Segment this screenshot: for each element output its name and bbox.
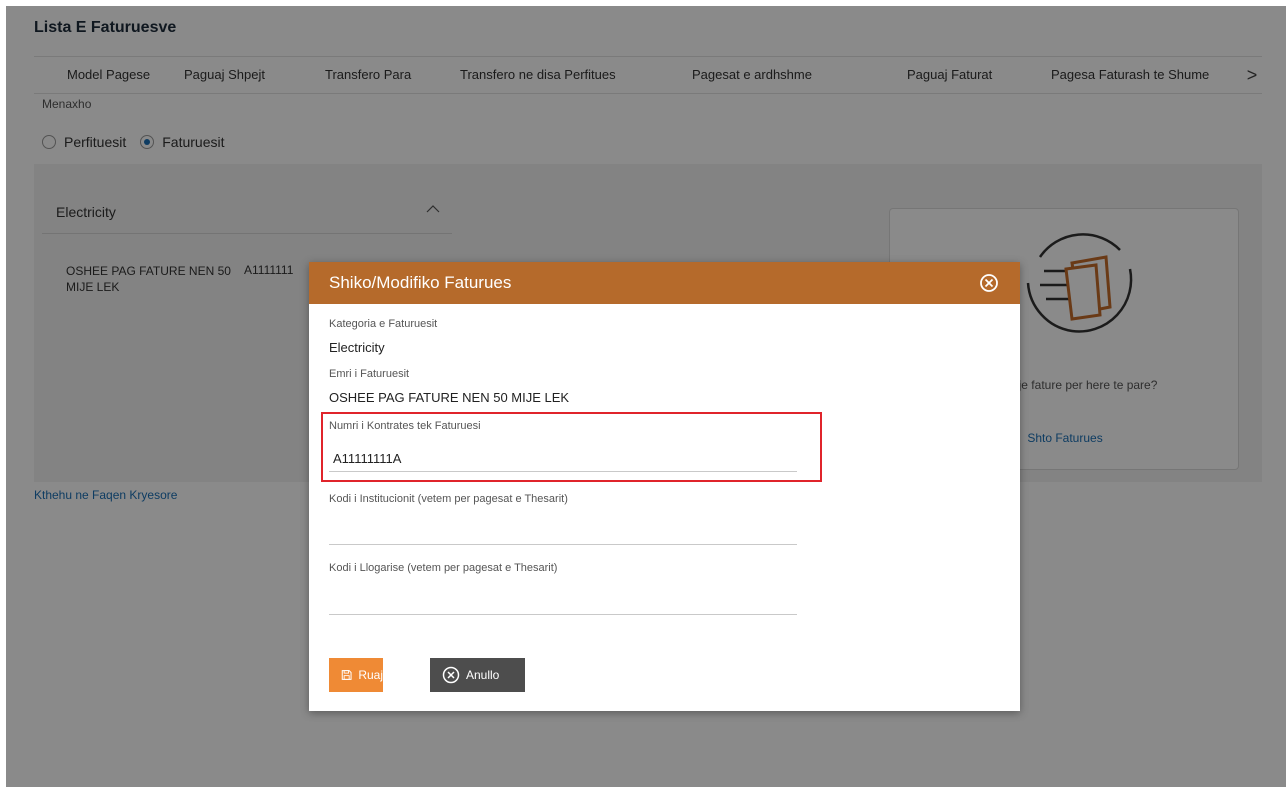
edit-biller-dialog: Shiko/Modifiko Faturues Kategoria e Fatu…: [309, 262, 1020, 711]
cancel-button-label: Anullo: [466, 668, 500, 682]
institution-code-input[interactable]: [329, 519, 797, 545]
contract-number-label: Numri i Kontrates tek Faturuesi: [329, 420, 481, 432]
biller-name-field-label: Emri i Faturuesit: [329, 368, 410, 380]
floppy-disk-icon: [341, 670, 352, 680]
save-button[interactable]: Ruaj: [329, 658, 383, 692]
account-code-input[interactable]: [329, 589, 797, 615]
dialog-header: Shiko/Modifiko Faturues: [309, 262, 1020, 304]
biller-name-field-value: OSHEE PAG FATURE NEN 50 MIJE LEK: [329, 390, 570, 405]
cancel-button[interactable]: Anullo: [430, 658, 525, 692]
contract-number-input[interactable]: [329, 446, 797, 472]
account-code-label: Kodi i Llogarise (vetem per pagesat e Th…: [329, 562, 558, 574]
institution-code-label: Kodi i Institucionit (vetem per pagesat …: [329, 493, 568, 505]
category-field-label: Kategoria e Faturuesit: [329, 318, 438, 330]
cancel-circle-icon: [442, 666, 460, 684]
save-button-label: Ruaj: [358, 668, 383, 682]
close-icon[interactable]: [979, 273, 999, 293]
category-field-value: Electricity: [329, 340, 385, 355]
dialog-title: Shiko/Modifiko Faturues: [329, 273, 512, 292]
